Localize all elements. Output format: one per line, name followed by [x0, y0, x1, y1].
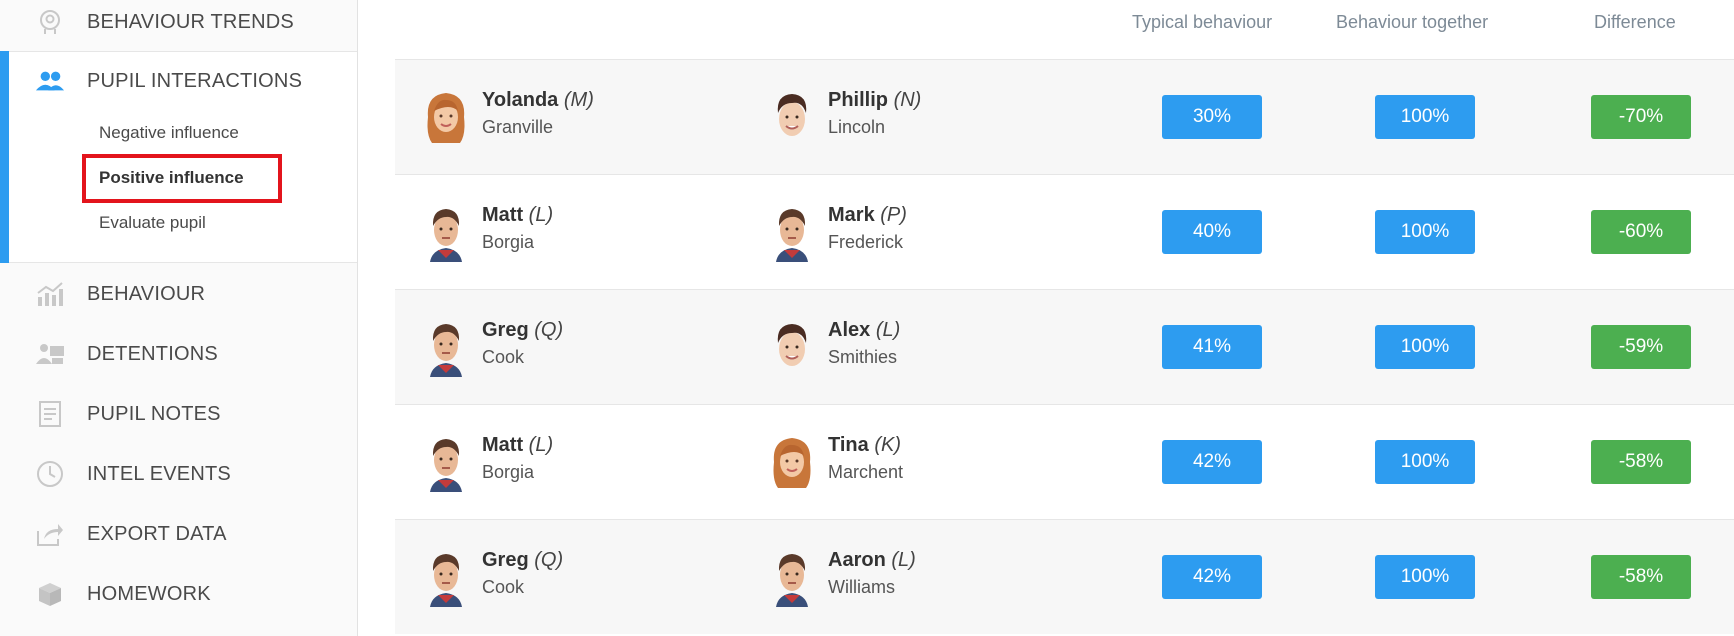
- difference-badge: -58%: [1591, 555, 1691, 599]
- nav-label: DETENTIONS: [87, 342, 218, 365]
- pupil-2-surname: Williams: [828, 577, 895, 597]
- subnav-negative-influence[interactable]: Negative influence: [99, 123, 239, 143]
- table-row[interactable]: Matt (L) Borgia Mark (P) Frederick 40% 1…: [395, 174, 1734, 289]
- table-row[interactable]: Greg (Q) Cook Aaron (L) Williams 42% 100…: [395, 519, 1734, 634]
- pupil-1-name[interactable]: Greg (Q): [482, 319, 563, 342]
- head-icon: [35, 7, 65, 37]
- difference-badge: -58%: [1591, 440, 1691, 484]
- avatar: [766, 317, 818, 377]
- pupil-2-name[interactable]: Tina (K): [828, 434, 901, 457]
- pupil-1-surname: Borgia: [482, 462, 535, 482]
- avatar: [420, 202, 472, 262]
- behaviour-together-badge: 100%: [1375, 440, 1475, 484]
- typical-behaviour-badge: 41%: [1162, 325, 1262, 369]
- nav-homework[interactable]: HOMEWORK: [0, 574, 357, 614]
- pupil-1-name[interactable]: Matt (L): [482, 434, 553, 457]
- pupil-2-name[interactable]: Phillip (N): [828, 89, 921, 112]
- pupil-2-surname: Smithies: [828, 347, 898, 367]
- table-row[interactable]: Greg (Q) Cook Alex (L) Smithies 41% 100%…: [395, 289, 1734, 404]
- pupil-1-surname: Cook: [482, 577, 525, 597]
- difference-badge: -59%: [1591, 325, 1691, 369]
- behaviour-together-badge: 100%: [1375, 210, 1475, 254]
- box-icon: [35, 579, 65, 609]
- avatar: [420, 317, 472, 377]
- nav-label: BEHAVIOUR TRENDS: [87, 10, 294, 33]
- avatar: [766, 432, 818, 492]
- typical-behaviour-badge: 30%: [1162, 95, 1262, 139]
- nav-label: PUPIL INTERACTIONS: [87, 69, 303, 92]
- behaviour-together-badge: 100%: [1375, 325, 1475, 369]
- table-row[interactable]: Matt (L) Borgia Tina (K) Marchent 42% 10…: [395, 404, 1734, 519]
- nav-export-data[interactable]: EXPORT DATA: [0, 514, 357, 554]
- pupil-1-surname: Cook: [482, 347, 525, 367]
- nav-behaviour-trends[interactable]: BEHAVIOUR TRENDS: [0, 2, 357, 42]
- avatar: [766, 87, 818, 147]
- table-row[interactable]: Yolanda (M) Granville Phillip (N) Lincol…: [395, 59, 1734, 174]
- detention-icon: [35, 339, 65, 369]
- nav-label: INTEL EVENTS: [87, 462, 231, 485]
- pupil-2-surname: Marchent: [828, 462, 904, 482]
- pupil-1-name[interactable]: Matt (L): [482, 204, 553, 227]
- nav-intel-events[interactable]: INTEL EVENTS: [0, 454, 357, 494]
- pupil-2-name[interactable]: Mark (P): [828, 204, 907, 227]
- nav-behaviour[interactable]: BEHAVIOUR: [0, 274, 357, 314]
- typical-behaviour-badge: 42%: [1162, 555, 1262, 599]
- nav-label: PUPIL NOTES: [87, 402, 221, 425]
- nav-label: EXPORT DATA: [87, 522, 227, 545]
- typical-behaviour-badge: 42%: [1162, 440, 1262, 484]
- pupil-2-surname: Frederick: [828, 232, 904, 252]
- behaviour-together-badge: 100%: [1375, 555, 1475, 599]
- export-icon: [35, 519, 65, 549]
- avatar: [766, 547, 818, 607]
- avatar: [420, 432, 472, 492]
- chart-icon: [35, 279, 65, 309]
- difference-badge: -60%: [1591, 210, 1691, 254]
- pupil-2-name[interactable]: Aaron (L): [828, 549, 916, 572]
- people-icon: [35, 66, 65, 96]
- header-difference: Difference: [1594, 12, 1676, 32]
- notes-icon: [35, 399, 65, 429]
- subnav-evaluate-pupil[interactable]: Evaluate pupil: [99, 213, 206, 233]
- header-typical-behaviour: Typical behaviour: [1132, 12, 1273, 32]
- avatar: [420, 547, 472, 607]
- highlight-annotation: [82, 154, 282, 203]
- behaviour-together-badge: 100%: [1375, 95, 1475, 139]
- pupil-1-name[interactable]: Greg (Q): [482, 549, 563, 572]
- typical-behaviour-badge: 40%: [1162, 210, 1262, 254]
- pupil-1-surname: Granville: [482, 117, 554, 137]
- avatar: [420, 87, 472, 147]
- sidebar: BEHAVIOUR TRENDS PUPIL INTERACTIONS Nega…: [0, 0, 358, 636]
- clock-icon: [35, 459, 65, 489]
- nav-label: BEHAVIOUR: [87, 282, 206, 305]
- nav-label: HOMEWORK: [87, 582, 211, 605]
- nav-detentions[interactable]: DETENTIONS: [0, 334, 357, 374]
- pupil-1-surname: Borgia: [482, 232, 535, 252]
- pupil-1-name[interactable]: Yolanda (M): [482, 89, 594, 112]
- pupil-2-surname: Lincoln: [828, 117, 886, 137]
- main-content: Typical behaviour Behaviour together Dif…: [358, 0, 1734, 636]
- pupil-2-name[interactable]: Alex (L): [828, 319, 900, 342]
- header-behaviour-together: Behaviour together: [1336, 12, 1489, 32]
- difference-badge: -70%: [1591, 95, 1691, 139]
- nav-pupil-interactions[interactable]: PUPIL INTERACTIONS: [0, 61, 357, 101]
- nav-pupil-notes[interactable]: PUPIL NOTES: [0, 394, 357, 434]
- avatar: [766, 202, 818, 262]
